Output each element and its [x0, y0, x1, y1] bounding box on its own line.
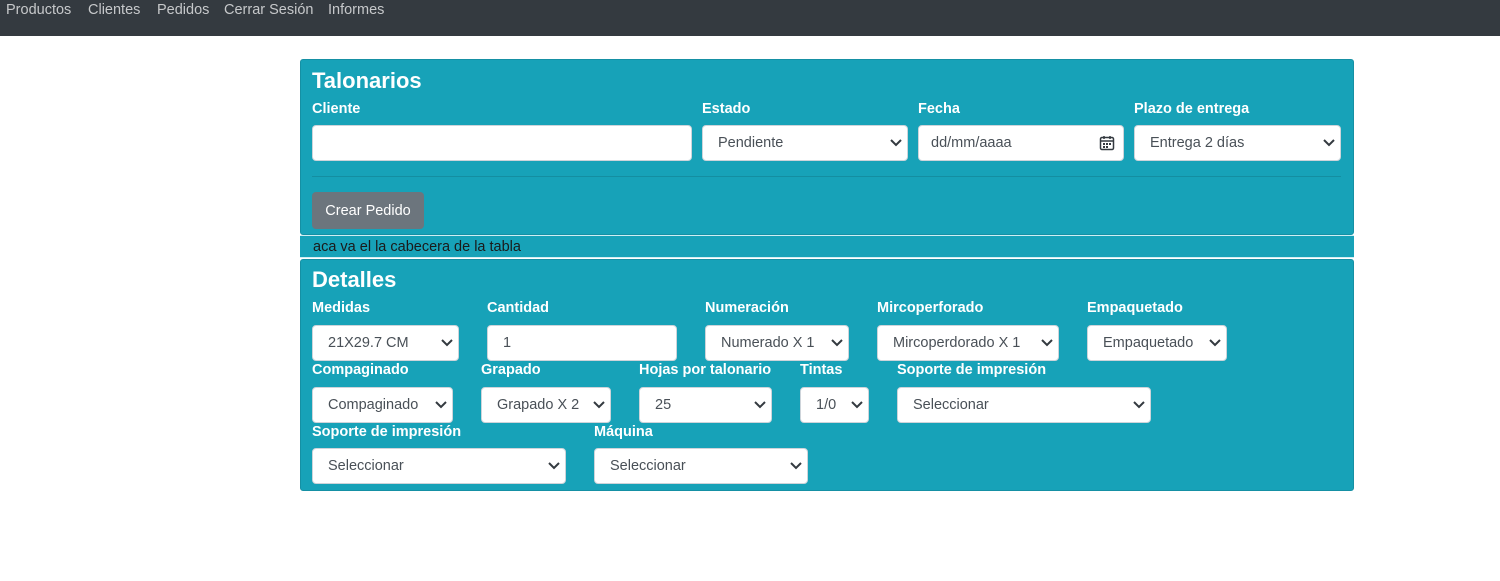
cliente-input[interactable] [312, 125, 692, 161]
nav-productos[interactable]: Productos [6, 2, 71, 18]
microperforado-select[interactable]: Mircoperdorado X 1 [877, 325, 1059, 361]
chevron-down-icon [785, 449, 807, 483]
chevron-down-icon [749, 388, 771, 422]
hojas-label: Hojas por talonario [639, 362, 772, 378]
chevron-down-icon [826, 326, 848, 360]
table-header-note: aca va el la cabecera de la tabla [313, 239, 521, 255]
chevron-down-icon [1128, 388, 1150, 422]
soporte-select-2[interactable]: Seleccionar [312, 448, 566, 484]
chevron-down-icon [885, 126, 907, 160]
cantidad-input[interactable]: 1 [487, 325, 677, 361]
chevron-down-icon [1204, 326, 1226, 360]
tintas-select[interactable]: 1/0 [800, 387, 869, 423]
microperforado-label: Mircoperforado [877, 300, 984, 316]
plazo-label: Plazo de entrega [1134, 101, 1250, 117]
numeracion-label: Numeración [705, 300, 789, 316]
hojas-select[interactable]: 25 [639, 387, 772, 423]
chevron-down-icon [430, 388, 452, 422]
cliente-label: Cliente [312, 101, 361, 117]
chevron-down-icon [543, 449, 565, 483]
detalles-title: Detalles [312, 267, 397, 292]
cantidad-label: Cantidad [487, 300, 550, 316]
soporte-label-1: Soporte de impresión [897, 362, 1047, 378]
grapado-label: Grapado [481, 362, 541, 378]
compaginado-label: Compaginado [312, 362, 409, 378]
tintas-label: Tintas [800, 362, 843, 378]
nav-pedidos[interactable]: Pedidos [157, 2, 209, 18]
empaquetado-label: Empaquetado [1087, 300, 1183, 316]
estado-select[interactable]: Pendiente [702, 125, 908, 161]
chevron-down-icon [1318, 126, 1340, 160]
maquina-label: Máquina [594, 424, 653, 440]
fecha-input[interactable]: dd/mm/aaaa [918, 125, 1124, 161]
nav-clientes[interactable]: Clientes [88, 2, 140, 18]
estado-label: Estado [702, 101, 751, 117]
grapado-select[interactable]: Grapado X 2 [481, 387, 611, 423]
talonarios-title: Talonarios [312, 68, 422, 93]
divider [312, 176, 1341, 177]
medidas-label: Medidas [312, 300, 371, 316]
chevron-down-icon [1036, 326, 1058, 360]
calendar-icon[interactable] [1091, 126, 1123, 160]
nav-cerrar-sesion[interactable]: Cerrar Sesión [224, 2, 313, 18]
table-header-band: aca va el la cabecera de la tabla [300, 235, 1354, 258]
fecha-label: Fecha [918, 101, 960, 117]
chevron-down-icon [588, 388, 610, 422]
maquina-select[interactable]: Seleccionar [594, 448, 808, 484]
empaquetado-select[interactable]: Empaquetado [1087, 325, 1227, 361]
numeracion-select[interactable]: Numerado X 1 [705, 325, 849, 361]
chevron-down-icon [436, 326, 458, 360]
soporte-select-1[interactable]: Seleccionar [897, 387, 1151, 423]
soporte-label-2: Soporte de impresión [312, 424, 462, 440]
plazo-select[interactable]: Entrega 2 días [1134, 125, 1341, 161]
compaginado-select[interactable]: Compaginado [312, 387, 453, 423]
medidas-select[interactable]: 21X29.7 CM [312, 325, 459, 361]
top-navbar: Productos Clientes Pedidos Cerrar Sesión… [0, 0, 1500, 36]
crear-pedido-button[interactable]: Crear Pedido [312, 192, 424, 229]
chevron-down-icon [846, 388, 868, 422]
nav-informes[interactable]: Informes [328, 2, 384, 18]
